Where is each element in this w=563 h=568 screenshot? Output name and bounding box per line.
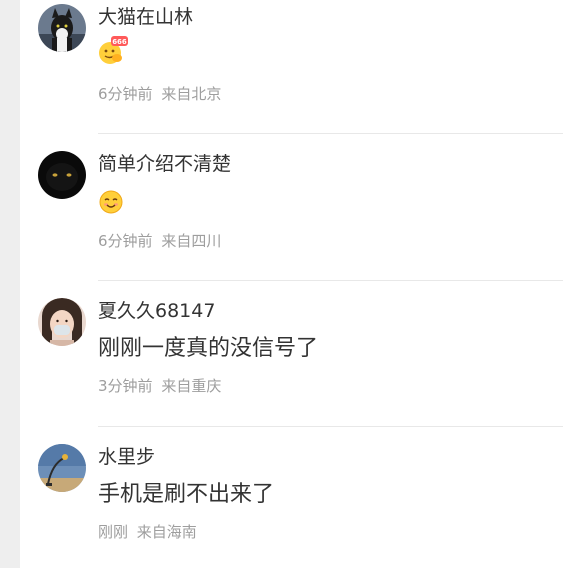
comment-location: 来自四川: [161, 232, 222, 250]
comment-item: 夏久久68147 刚刚一度真的没信号了 3分钟前 来自重庆: [38, 298, 563, 413]
divider: [98, 133, 563, 134]
username[interactable]: 夏久久68147: [98, 298, 563, 324]
comment-meta: 6分钟前 来自四川: [98, 231, 563, 251]
comment-content: 666: [98, 36, 563, 66]
comment-location: 来自北京: [161, 85, 222, 103]
comment-meta: 刚刚 来自海南: [98, 522, 563, 542]
emoji-badge-text: 666: [112, 38, 127, 46]
smile-emoji-icon: [99, 190, 123, 214]
avatar[interactable]: [38, 298, 86, 346]
comment-item: 水里步 手机是刷不出来了 刚刚 来自海南: [38, 444, 563, 568]
username[interactable]: 水里步: [98, 444, 563, 470]
comment-item: 大猫在山林 666 6分钟前 来自北京: [38, 4, 563, 124]
username[interactable]: 简单介绍不清楚: [98, 151, 563, 177]
comment-time: 6分钟前: [98, 232, 153, 250]
divider: [98, 280, 563, 281]
comment-time: 6分钟前: [98, 85, 153, 103]
left-panel-edge: [0, 0, 20, 568]
comment-meta: 3分钟前 来自重庆: [98, 376, 563, 396]
comment-location: 来自海南: [136, 523, 197, 541]
comment-list-page: 大猫在山林 666 6分钟前 来自北京 简单介绍不清楚 6分钟前 来自四川 夏久…: [0, 0, 563, 568]
avatar[interactable]: [38, 151, 86, 199]
comment-content: 刚刚一度真的没信号了: [98, 336, 319, 361]
avatar[interactable]: [38, 444, 86, 492]
username[interactable]: 大猫在山林: [98, 4, 563, 30]
divider: [98, 426, 563, 427]
666-emoji-icon: 666: [99, 36, 128, 64]
comment-location: 来自重庆: [161, 377, 222, 395]
avatar[interactable]: [38, 4, 86, 52]
comment-item: 简单介绍不清楚 6分钟前 来自四川: [38, 151, 563, 271]
comment-time: 3分钟前: [98, 377, 153, 395]
comment-content: [98, 187, 563, 217]
comment-content: 手机是刷不出来了: [98, 482, 275, 507]
comment-time: 刚刚: [98, 523, 129, 541]
comment-meta: 6分钟前 来自北京: [98, 84, 563, 104]
